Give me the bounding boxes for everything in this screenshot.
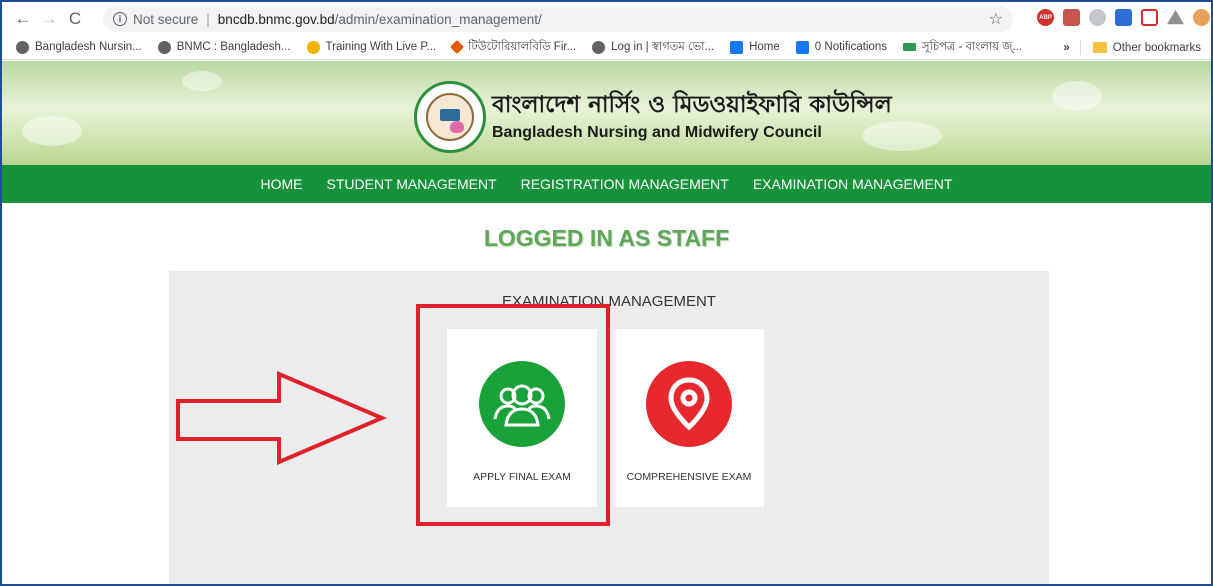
bookmark-item[interactable]: 0 Notifications	[795, 40, 888, 54]
bookmark-label: টিউটোরিয়ালবিডি Fir...	[468, 40, 577, 53]
folder-icon	[1092, 42, 1107, 53]
pdf-icon[interactable]	[1063, 9, 1080, 26]
logo-emblem	[426, 93, 474, 141]
comprehensive-exam-card[interactable]: COMPREHENSIVE EXAM	[614, 329, 764, 507]
url-separator: |	[206, 11, 210, 27]
print-icon[interactable]	[1115, 9, 1132, 26]
globe-icon[interactable]	[1089, 9, 1106, 26]
security-label: Not secure	[133, 11, 199, 27]
arrows-icon[interactable]	[1141, 9, 1158, 26]
url-path: /admin/examination_management/	[334, 11, 542, 27]
bookmarks-overflow-button[interactable]: »	[1063, 42, 1069, 54]
site-title-bangla: বাংলাদেশ নার্সিং ও মিডওয়াইফারি কাউন্সিল	[492, 92, 892, 118]
facebook-icon	[795, 40, 809, 54]
bnmc-logo	[414, 81, 486, 153]
forward-icon[interactable]: →	[36, 6, 62, 32]
banner-decoration	[22, 116, 82, 146]
avatar-icon[interactable]	[1193, 9, 1210, 26]
page-heading: LOGGED IN AS STAFF	[483, 225, 730, 251]
diamond-icon	[450, 39, 465, 55]
fire-icon	[306, 40, 320, 54]
bookmark-label: BNMC : Bangladesh...	[176, 41, 291, 53]
browser-window: ← → C i Not secure | bncdb.bnmc.gov.bd /…	[0, 0, 1213, 586]
bookmark-item[interactable]: সূচিপত্র - বাংলায় জ্...	[903, 38, 1022, 57]
adblock-icon[interactable]: ABP	[1037, 9, 1054, 26]
bookmark-item[interactable]: Training With Live P...	[306, 40, 437, 54]
facebook-icon	[730, 40, 744, 54]
site-banner: বাংলাদেশ নার্সিং ও মিডওয়াইফারি কাউন্সিল…	[2, 61, 1211, 165]
arrow-annotation	[176, 370, 388, 466]
comprehensive-exam-label: COMPREHENSIVE EXAM	[626, 471, 752, 483]
info-icon[interactable]: i	[113, 12, 127, 26]
bookmark-item[interactable]: Bangladesh Nursin...	[16, 40, 142, 54]
globe-icon	[16, 40, 29, 54]
site-title-english: Bangladesh Nursing and Midwifery Council	[492, 124, 822, 141]
address-bar[interactable]: i Not secure | bncdb.bnmc.gov.bd /admin/…	[103, 6, 1013, 32]
highlight-box	[416, 304, 610, 526]
bookmarks-right: » Other bookmarks	[1063, 35, 1201, 60]
bookmark-item[interactable]: টিউটোরিয়ালবিডি Fir...	[450, 38, 577, 57]
site-logo-link[interactable]: বাংলাদেশ নার্সিং ও মিডওয়াইফারি কাউন্সিল…	[414, 81, 892, 153]
bookmark-icon	[903, 43, 917, 51]
globe-icon	[592, 40, 606, 54]
other-bookmarks-button[interactable]: Other bookmarks	[1113, 42, 1201, 54]
book-icon	[440, 109, 460, 121]
bookmark-label: Home	[749, 41, 780, 53]
bookmark-item[interactable]: Log in | স্বাগতম ভো...	[592, 38, 714, 57]
bookmark-label: সূচিপত্র - বাংলায় জ্...	[922, 40, 1023, 53]
bookmark-label: Bangladesh Nursin...	[35, 41, 142, 53]
nav-home[interactable]: HOME	[249, 176, 315, 192]
nav-examination-management[interactable]: EXAMINATION MANAGEMENT	[741, 176, 965, 192]
extension-icons: ABP ⋮	[1037, 9, 1211, 26]
star-icon[interactable]: ☆	[989, 9, 1003, 29]
url-host: bncdb.bnmc.gov.bd	[217, 11, 335, 27]
banner-decoration	[1052, 81, 1102, 111]
map-pin-icon	[646, 361, 732, 447]
nav-student-management[interactable]: STUDENT MANAGEMENT	[315, 176, 509, 192]
banner-decoration	[182, 71, 222, 91]
main-nav: HOME STUDENT MANAGEMENT REGISTRATION MAN…	[2, 165, 1211, 203]
drive-icon[interactable]	[1167, 9, 1184, 25]
heart-icon	[450, 121, 464, 133]
reload-icon[interactable]: C	[62, 6, 88, 32]
bookmark-label: 0 Notifications	[814, 41, 888, 53]
back-icon[interactable]: ←	[10, 6, 36, 32]
bookmark-item[interactable]: BNMC : Bangladesh...	[157, 40, 291, 54]
bookmark-label: Log in | স্বাগতম ভো...	[611, 40, 715, 53]
nav-registration-management[interactable]: REGISTRATION MANAGEMENT	[509, 176, 741, 192]
bookmarks-bar: Bangladesh Nursin... BNMC : Bangladesh..…	[2, 35, 1211, 60]
bookmark-item[interactable]: Home	[730, 40, 780, 54]
globe-icon	[157, 40, 171, 54]
divider	[1079, 40, 1081, 55]
browser-toolbar: ← → C i Not secure | bncdb.bnmc.gov.bd /…	[2, 2, 1211, 35]
bookmark-label: Training With Live P...	[325, 41, 437, 53]
site-title: বাংলাদেশ নার্সিং ও মিডওয়াইফারি কাউন্সিল…	[492, 91, 892, 143]
